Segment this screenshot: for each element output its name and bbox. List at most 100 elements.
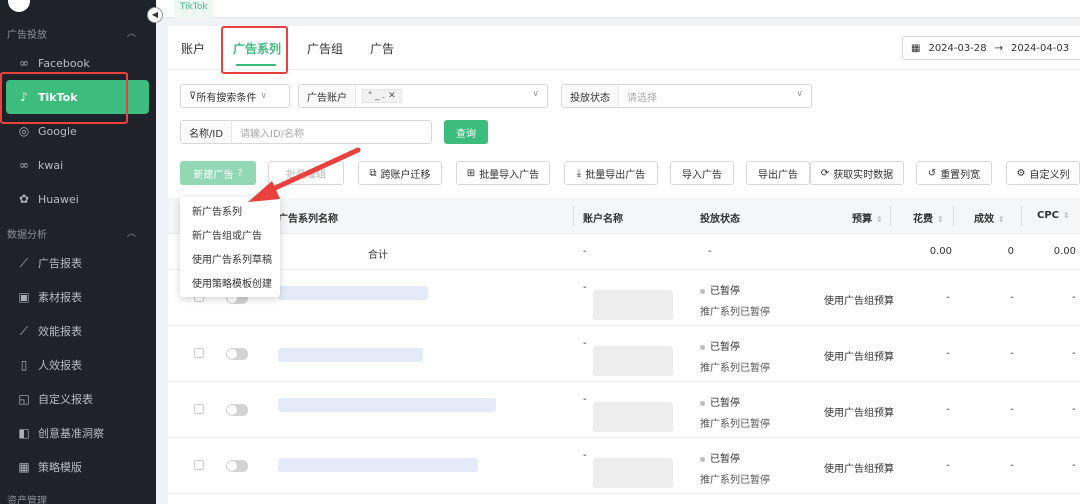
sidebar-item-label: Huawei: [38, 192, 79, 206]
tab-account[interactable]: 账户: [181, 40, 205, 57]
refresh-icon: ⟳: [820, 167, 830, 179]
all-search-dropdown[interactable]: ⊽ 所有搜索条件 ∨: [180, 84, 290, 108]
row-toggle[interactable]: [226, 460, 248, 472]
custom-columns-button[interactable]: ⚙ 自定义列: [1006, 161, 1080, 185]
name-id-field[interactable]: 名称/ID 请输入ID/名称: [180, 120, 432, 144]
reset-width-button[interactable]: ↺ 重置列宽: [916, 161, 992, 185]
row-status-text: 已暂停: [710, 286, 740, 297]
total-status: -: [708, 246, 712, 257]
row-toggle[interactable]: [226, 348, 248, 360]
download-icon: ⤓: [576, 167, 582, 179]
date-range-picker[interactable]: ▦ 2024-03-28 → 2024-04-03: [902, 36, 1080, 60]
menu-item-new-adgroup-or-ad[interactable]: 新广告组或广告: [180, 225, 280, 249]
row-checkbox[interactable]: [194, 460, 204, 470]
ad-account-select[interactable]: 广告账户 " _ . ✕ ∨: [298, 84, 548, 108]
sort-icon[interactable]: ⇕: [876, 215, 883, 224]
status-select[interactable]: 投放状态 请选择 ∨: [561, 84, 812, 108]
campaign-name-redacted[interactable]: [278, 398, 496, 412]
row-status-text: 已暂停: [710, 454, 740, 465]
name-id-input[interactable]: 请输入ID/名称: [232, 125, 304, 140]
row-account: -: [583, 282, 587, 293]
sidebar-item-label: 人效报表: [38, 359, 82, 372]
col-spend[interactable]: 花费 ⇕: [913, 210, 944, 225]
tab-adgroup[interactable]: 广告组: [307, 40, 343, 57]
column-divider[interactable]: [1021, 206, 1022, 226]
campaign-name-redacted[interactable]: [278, 286, 428, 300]
row-sub-status: 推广系列已暂停: [700, 475, 770, 486]
menu-item-use-campaign-draft[interactable]: 使用广告系列草稿: [180, 249, 280, 273]
bulk-edit-button[interactable]: 批量编辑: [268, 161, 344, 185]
sort-icon[interactable]: ⇕: [998, 215, 1005, 224]
reset-width-label: 重置列宽: [940, 169, 981, 181]
row-budget: 使用广告组预算: [824, 408, 894, 419]
bulk-export-button[interactable]: ⤓ 批量导出广告: [564, 161, 658, 185]
sidebar-item-material-report[interactable]: ▣ 素材报表: [6, 280, 149, 314]
sidebar-item-kwai[interactable]: ∞ kwai: [6, 148, 149, 182]
table-row[interactable]: - 已暂停 推广系列已暂停 使用广告组预算 - - -: [168, 270, 1080, 326]
sidebar-item-label: Facebook: [38, 56, 90, 70]
sort-icon[interactable]: ⇕: [1063, 211, 1070, 220]
row-results: -: [1010, 404, 1014, 415]
chevron-up-icon[interactable]: ︿: [127, 226, 136, 239]
bulk-export-label: 批量导出广告: [585, 169, 646, 181]
all-search-label: 所有搜索条件: [196, 92, 257, 104]
table-row[interactable]: - 已暂停 推广系列已暂停 使用广告组预算 - - -: [168, 438, 1080, 494]
row-toggle[interactable]: [226, 404, 248, 416]
column-divider[interactable]: [573, 206, 574, 226]
sidebar-item-huawei[interactable]: ✿ Huawei: [6, 182, 149, 216]
menu-item-new-campaign[interactable]: 新广告系列: [180, 201, 280, 225]
ad-account-tag[interactable]: " _ . ✕: [362, 89, 402, 103]
tab-ad[interactable]: 广告: [370, 40, 394, 57]
sidebar-item-custom-report[interactable]: ◱ 自定义报表: [6, 382, 149, 416]
campaign-name-redacted[interactable]: [278, 348, 423, 362]
close-icon[interactable]: ✕: [388, 91, 396, 101]
row-sub-status: 推广系列已暂停: [700, 307, 770, 318]
menu-item-use-strategy-template[interactable]: 使用策略模板创建: [180, 273, 280, 297]
realtime-data-button[interactable]: ⟳ 获取实时数据: [810, 161, 904, 185]
account-redacted: [593, 402, 673, 432]
col-account-name: 账户名称: [583, 214, 623, 225]
col-cpc[interactable]: CPC ⇕: [1037, 210, 1070, 221]
top-tab-bar: TikTok: [156, 0, 1080, 18]
new-ad-dropdown-menu: 新广告系列 新广告组或广告 使用广告系列草稿 使用策略模板创建: [180, 197, 280, 297]
sidebar-item-insight[interactable]: ◧ 创意基准洞察: [6, 416, 149, 450]
row-checkbox[interactable]: [194, 404, 204, 414]
table-header: 广告系列名称 账户名称 投放状态 预算 ⇕ 花费 ⇕ 成效 ⇕ CPC ⇕: [168, 198, 1080, 234]
sort-icon[interactable]: ⇕: [937, 215, 944, 224]
total-cpc: 0.00: [1053, 246, 1076, 257]
cross-account-button[interactable]: ⧉ 跨账户迁移: [358, 161, 442, 185]
col-budget[interactable]: 预算 ⇕: [852, 210, 883, 225]
bulk-import-button[interactable]: ⊞ 批量导入广告: [456, 161, 550, 185]
status-dot-icon: [700, 456, 705, 462]
sidebar-item-template[interactable]: ▦ 策略模版: [6, 450, 149, 484]
sidebar-item-label: Google: [38, 124, 77, 138]
sidebar-item-label: 自定义报表: [38, 393, 93, 406]
campaign-name-redacted[interactable]: [278, 458, 478, 472]
chevron-up-icon[interactable]: ︿: [127, 26, 136, 39]
sidebar-item-ad-report[interactable]: ⟋ 广告报表: [6, 246, 149, 280]
col-results[interactable]: 成效 ⇕: [974, 210, 1005, 225]
export-ad-button[interactable]: 导出广告: [746, 161, 810, 185]
query-button[interactable]: 查询: [444, 120, 488, 144]
migrate-icon: ⧉: [369, 167, 377, 179]
column-divider[interactable]: [953, 206, 954, 226]
section-ads-title: 广告投放: [7, 30, 47, 41]
sidebar-item-people-report[interactable]: ▯ 人效报表: [6, 348, 149, 382]
table-row[interactable]: - 已暂停 推广系列已暂停 使用广告组预算 - - -: [168, 382, 1080, 438]
new-ad-button[interactable]: 新建广告 ?: [180, 161, 256, 185]
row-checkbox[interactable]: [194, 348, 204, 358]
sidebar-item-label: 素材报表: [38, 291, 82, 304]
status-dot-icon: [700, 400, 705, 406]
total-label: 合计: [368, 250, 388, 261]
tab-tiktok-page[interactable]: TikTok: [174, 0, 214, 18]
name-id-label: 名称/ID: [181, 121, 233, 143]
column-divider[interactable]: [890, 206, 891, 226]
sidebar-item-efficiency-report[interactable]: ⟋ 效能报表: [6, 314, 149, 348]
table-row[interactable]: - 已暂停 推广系列已暂停 使用广告组预算 - - -: [168, 326, 1080, 382]
row-cpc: -: [1072, 404, 1076, 415]
account-redacted: [593, 290, 673, 320]
import-ad-button[interactable]: 导入广告: [670, 161, 734, 185]
chevron-down-icon: ∨: [532, 89, 539, 99]
collapse-sidebar-icon[interactable]: ◀: [147, 7, 163, 23]
date-start: 2024-03-28: [928, 42, 987, 54]
